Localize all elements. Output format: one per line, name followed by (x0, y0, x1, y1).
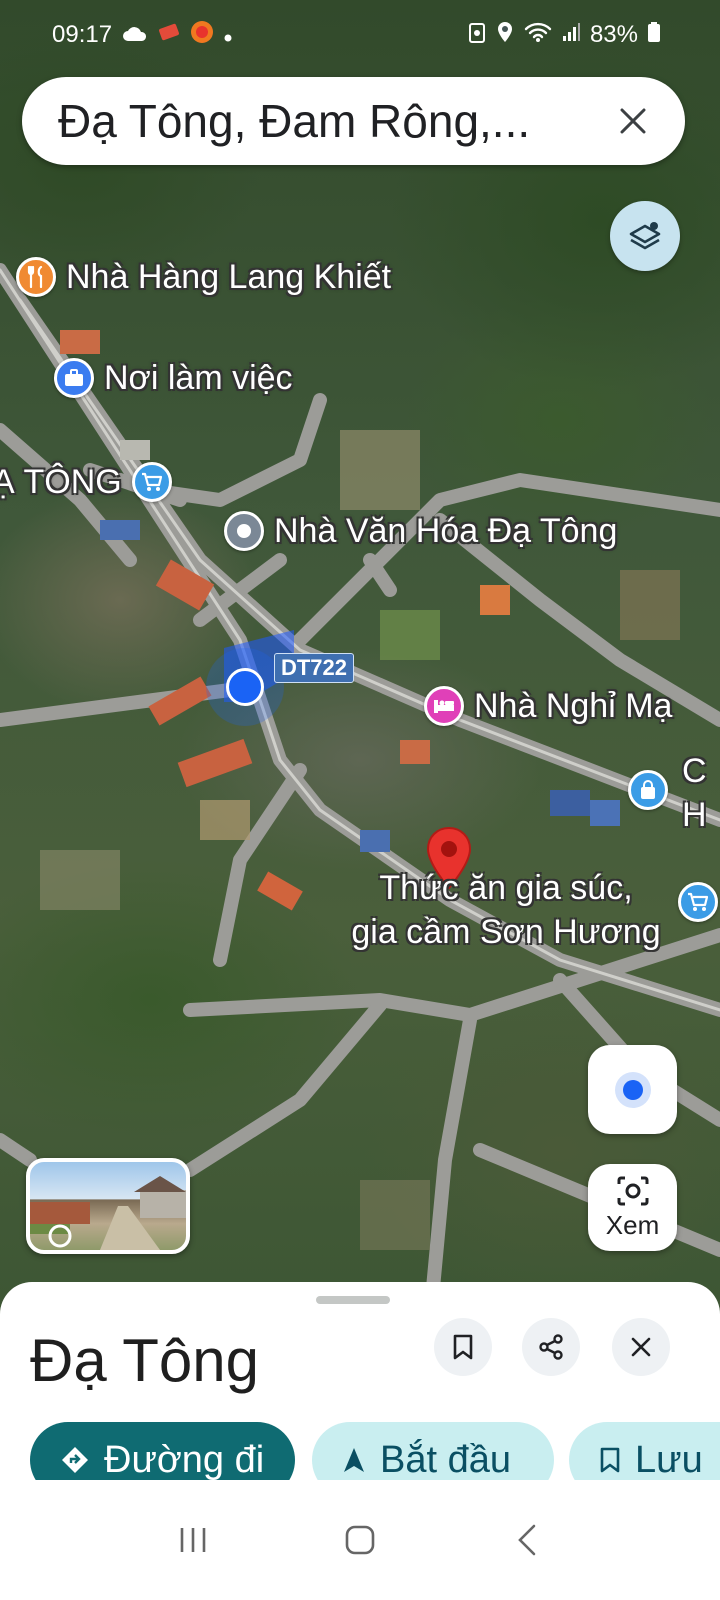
poi-label: Nhà Văn Hóa Đạ Tông (274, 511, 618, 550)
shopping-cart-icon (131, 462, 172, 502)
poi-cultural-house[interactable]: Nhà Văn Hóa Đạ Tông (224, 511, 617, 551)
start-label: Bắt đầu (380, 1438, 511, 1481)
status-left: 09:17 (52, 20, 232, 51)
poi-label-h: H (682, 796, 707, 834)
road-shield: DT722 (274, 653, 354, 683)
save-label: Lưu (635, 1438, 703, 1481)
directions-button[interactable]: Đường đi (30, 1422, 295, 1480)
home-icon (345, 1525, 375, 1555)
search-bar[interactable]: Đạ Tông, Đam Rông,... (22, 77, 685, 165)
bookmark-icon (453, 1334, 473, 1360)
layers-button[interactable] (610, 201, 680, 271)
back-icon (517, 1524, 535, 1556)
my-location-button[interactable] (588, 1045, 677, 1134)
briefcase-icon (54, 358, 94, 398)
battery-percent: 83% (589, 21, 638, 48)
status-bar: 09:17 83% (0, 0, 720, 70)
home-button[interactable] (330, 1510, 390, 1570)
directions-label: Đường đi (104, 1438, 265, 1481)
poi-shop-da-tong[interactable]: Ạ TÔNG (0, 462, 172, 502)
layers-icon (629, 222, 661, 250)
bed-icon (424, 686, 464, 726)
my-location-dot (226, 668, 264, 706)
close-icon (631, 1337, 651, 1357)
landmark-icon (224, 511, 264, 551)
dot-icon (224, 21, 232, 49)
poi-label: Nhà Nghỉ Mạ (474, 686, 673, 725)
wifi-icon (524, 21, 552, 50)
navigation-arrow-icon (342, 1446, 366, 1474)
place-title: Đạ Tông (30, 1327, 260, 1394)
sheet-drag-handle[interactable] (316, 1296, 390, 1304)
ticket-icon (158, 21, 180, 49)
poi-hotel[interactable]: Nhà Nghỉ Mạ (424, 686, 672, 726)
poi-restaurant[interactable]: Nhà Hàng Lang Khiết (16, 257, 391, 297)
status-time: 09:17 (52, 21, 113, 48)
share-icon (539, 1334, 563, 1360)
back-button[interactable] (497, 1510, 557, 1570)
close-icon[interactable] (611, 99, 655, 143)
location-icon (496, 21, 514, 50)
selected-place-label-line1: Thức ăn gia súc, (379, 869, 633, 907)
app-icon (190, 20, 214, 51)
bookmark-icon (599, 1447, 621, 1473)
my-location-icon (622, 1079, 643, 1100)
poi-store-c[interactable] (628, 770, 668, 810)
fork-knife-icon (16, 257, 56, 297)
bag-icon (628, 770, 668, 810)
camera-lens-icon (617, 1176, 648, 1206)
recents-icon (181, 1528, 206, 1552)
selected-place-label: Thức ăn gia súc, gia cầm Sơn Hương (326, 866, 686, 954)
save-bookmark-button[interactable] (434, 1318, 492, 1376)
cloud-icon (122, 21, 148, 49)
close-sheet-button[interactable] (612, 1318, 670, 1376)
system-nav-bar (0, 1480, 720, 1600)
directions-icon (60, 1445, 90, 1475)
xem-label: Xem (605, 1210, 660, 1240)
poi-label: Nơi làm việc (104, 358, 293, 397)
battery-icon (648, 21, 660, 49)
search-query[interactable]: Đạ Tông, Đam Rông,... (58, 94, 611, 148)
selected-place-label-line2: gia cầm Sơn Hương (351, 913, 661, 951)
status-right: 83% (468, 21, 660, 50)
signal-icon (562, 21, 580, 49)
poi-work[interactable]: Nơi làm việc (54, 358, 293, 398)
poi-label: Ạ TÔNG (0, 462, 122, 501)
lens-view-button[interactable]: Xem (588, 1164, 677, 1251)
poi-label: Nhà Hàng Lang Khiết (66, 257, 392, 296)
start-button[interactable]: Bắt đầu (312, 1422, 554, 1480)
street-view-thumbnail[interactable] (26, 1158, 190, 1254)
save-button[interactable]: Lưu (569, 1422, 720, 1480)
recent-apps-button[interactable] (163, 1510, 223, 1570)
recycle-icon (468, 21, 486, 50)
poi-label-c: C (682, 752, 707, 790)
place-sheet[interactable]: Đạ Tông Đường đi Bắt đầu Lưu (0, 1282, 720, 1480)
share-button[interactable] (522, 1318, 580, 1376)
